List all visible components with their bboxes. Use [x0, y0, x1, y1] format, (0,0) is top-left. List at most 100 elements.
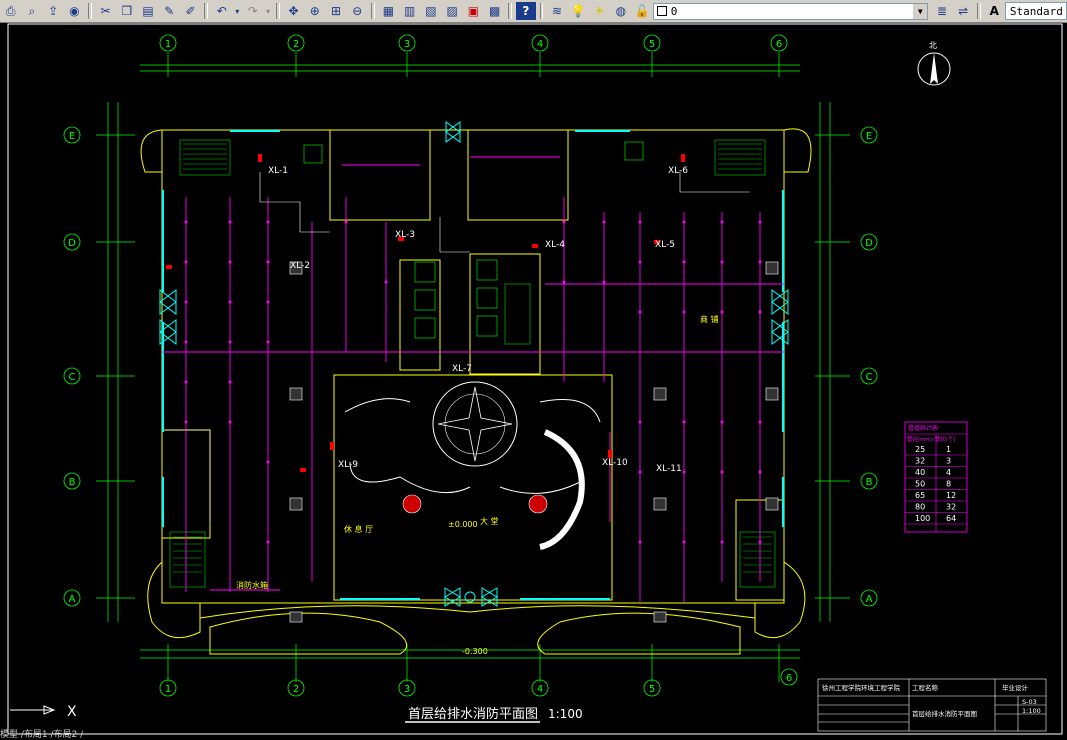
sheet-set-icon[interactable]: ▨: [443, 2, 462, 20]
markup-icon[interactable]: ▣: [464, 2, 483, 20]
publish-icon[interactable]: ⇪: [44, 2, 63, 20]
pipe-table-diameter: 40: [915, 468, 925, 477]
redo-dropdown-icon[interactable]: ▾: [264, 2, 272, 20]
text-style-dropdown[interactable]: Standard: [1004, 2, 1067, 20]
zoom-realtime-icon[interactable]: ⊕: [305, 2, 324, 20]
svg-text:6: 6: [776, 39, 782, 50]
pan-icon[interactable]: ✥: [284, 2, 303, 20]
svg-text:E: E: [69, 131, 75, 142]
layer-properties-icon[interactable]: ≋: [547, 2, 566, 20]
calculator-icon[interactable]: ▩: [485, 2, 504, 20]
label-xl4: XL-4: [545, 240, 565, 250]
compass-rose-floor: [344, 381, 601, 494]
tb-project: 工程名称: [912, 683, 939, 692]
design-center-icon[interactable]: ▥: [400, 2, 419, 20]
pipe-table-diameter: 50: [915, 480, 925, 489]
drawing-canvas[interactable]: 123 456 123 4 56 EDC BA EDC BA XL-1 XL-2…: [0, 22, 1067, 739]
stair-treads: [173, 143, 772, 573]
svg-text:管道统计表: 管道统计表: [908, 424, 938, 432]
text-style-icon[interactable]: A: [985, 2, 1004, 20]
room-labels: 大 堂 ±0.000 -0.300 商 铺 消防水箱 休 息 厅: [236, 314, 719, 656]
pipe-table-count: 64: [946, 514, 956, 523]
layer-dropdown[interactable]: 0 ▼: [652, 2, 929, 20]
pipe-table-diameter: 80: [915, 503, 925, 512]
pipe-table-count: 1: [946, 445, 951, 454]
tb-scale: 1:100: [1022, 707, 1041, 715]
svg-text:B: B: [69, 477, 76, 488]
layer-viewport-icon[interactable]: ◍: [611, 2, 630, 20]
toolbar-separator: [276, 3, 280, 19]
pipe-table-count: 3: [946, 457, 951, 466]
cut-icon[interactable]: ✂: [96, 2, 115, 20]
top-dimension-lines: [96, 52, 850, 682]
toolbar-separator: [204, 3, 209, 19]
paste-icon[interactable]: ▤: [138, 2, 157, 20]
svg-text:1: 1: [165, 39, 171, 50]
svg-text:D: D: [865, 238, 873, 249]
redo-icon[interactable]: ↷: [243, 2, 262, 20]
ucs-icon: X: [10, 704, 77, 720]
label-xl1: XL-1: [268, 166, 288, 176]
layout-tabs[interactable]: 模型 /布局1 /布局2 /: [0, 731, 200, 740]
svg-text:5: 5: [649, 684, 655, 695]
label-xl9: XL-9: [338, 460, 358, 470]
tool-palettes-icon[interactable]: ▧: [421, 2, 440, 20]
layer-color-swatch: [656, 6, 667, 16]
undo-icon[interactable]: ↶: [212, 2, 231, 20]
svg-text:6: 6: [786, 673, 792, 684]
title-block-text: 徐州工程学院环境工程学院 工程名称 首层给排水消防平面图 毕业设计 S-03 1…: [822, 683, 1041, 718]
layer-lock-icon[interactable]: 🔓: [632, 2, 651, 20]
text-style-value: Standard: [1009, 4, 1063, 18]
svg-text:E: E: [866, 131, 872, 142]
fire-hydrants: [166, 154, 685, 472]
drawing-title-block: 首层给排水消防平面图 1:100: [405, 706, 583, 723]
svg-text:D: D: [68, 238, 76, 249]
pipe-table-count: 4: [946, 468, 951, 477]
svg-text:2: 2: [293, 39, 299, 50]
pipe-labels: XL-1 XL-2 XL-3 XL-4 XL-5 XL-6 XL-7 XL-9 …: [268, 166, 688, 474]
svg-text:5: 5: [649, 39, 655, 50]
copy-icon[interactable]: ❐: [117, 2, 136, 20]
label-xl10: XL-10: [602, 458, 628, 468]
layer-freeze-icon[interactable]: ☀: [590, 2, 609, 20]
chevron-down-icon[interactable]: ▼: [913, 3, 928, 19]
block-editor-icon[interactable]: ✐: [181, 2, 200, 20]
label-xl6: XL-6: [668, 166, 688, 176]
print-icon[interactable]: ⎙: [1, 2, 20, 20]
svg-text:B: B: [866, 477, 873, 488]
svg-text:C: C: [866, 372, 873, 383]
svg-text:4: 4: [537, 684, 543, 695]
svg-text:A: A: [866, 594, 873, 605]
match-properties-icon[interactable]: ✎: [160, 2, 179, 20]
label-xl2: XL-2: [290, 261, 310, 271]
svg-text:3: 3: [404, 684, 410, 695]
label-xl3: XL-3: [395, 230, 415, 240]
svg-text:A: A: [69, 594, 76, 605]
toolbar-separator: [88, 3, 92, 19]
plot-preview-icon[interactable]: ⌕: [22, 2, 41, 20]
help-icon[interactable]: ?: [516, 2, 536, 20]
zoom-window-icon[interactable]: ⊞: [326, 2, 345, 20]
properties-icon[interactable]: ▦: [379, 2, 398, 20]
layer-on-icon[interactable]: 💡: [569, 2, 588, 20]
zoom-previous-icon[interactable]: ⊖: [348, 2, 367, 20]
label-xl5: XL-5: [655, 240, 675, 250]
label-outdoor-level: -0.300: [462, 647, 488, 656]
pipe-table-diameter: 25: [915, 445, 925, 454]
pipe-table-diameter: 32: [915, 457, 925, 466]
red-columns: [402, 494, 548, 514]
web-icon[interactable]: ◉: [65, 2, 84, 20]
label-dining: 休 息 厅: [344, 524, 373, 534]
north-label: 北: [929, 41, 937, 50]
make-object-layer-current-icon[interactable]: ≣: [932, 2, 951, 20]
drawing-scale: 1:100: [548, 707, 583, 721]
label-water-tank: 消防水箱: [236, 580, 268, 590]
layer-previous-icon[interactable]: ⇌: [954, 2, 973, 20]
toolbar-separator: [976, 3, 981, 19]
toolbar-separator: [508, 3, 513, 19]
tb-drawing-name: 首层给排水消防平面图: [912, 709, 977, 718]
pipe-table-diameter: 65: [915, 491, 925, 500]
pipe-table-count: 32: [946, 503, 956, 512]
undo-dropdown-icon[interactable]: ▾: [233, 2, 241, 20]
standard-toolbar: ⎙ ⌕ ⇪ ◉ ✂ ❐ ▤ ✎ ✐ ↶ ▾ ↷ ▾ ✥ ⊕ ⊞ ⊖ ▦ ▥ ▧ …: [0, 0, 1067, 23]
